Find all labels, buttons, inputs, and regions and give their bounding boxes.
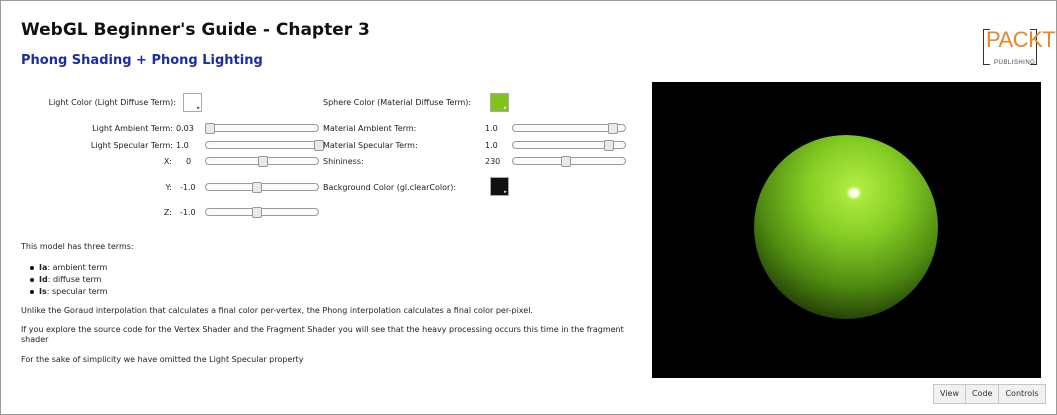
light-ambient-label: Light Ambient Term: (92, 124, 173, 133)
paragraph-phong: Unlike the Goraud interpolation that cal… (21, 306, 533, 315)
background-color-label: Background Color (gl.clearColor): (323, 183, 457, 192)
shininess-label: Shininess: (323, 157, 364, 166)
z-label: Z: (163, 208, 172, 217)
slider-thumb[interactable] (205, 123, 216, 134)
background-color-picker[interactable]: ▸ (490, 177, 509, 196)
picker-corner-icon: ▸ (504, 105, 507, 111)
slider-thumb[interactable] (604, 140, 615, 151)
list-item: Ia: ambient term (30, 263, 107, 272)
bullet-icon (30, 265, 34, 270)
webgl-canvas[interactable] (652, 82, 1041, 378)
material-specular-value: 1.0 (485, 141, 498, 150)
paragraph-specular-note: For the sake of simplicity we have omitt… (21, 355, 304, 364)
light-ambient-slider[interactable] (205, 123, 319, 134)
list-item: Is: specular term (30, 287, 108, 296)
light-specular-label: Light Specular Term: (90, 141, 173, 150)
slider-thumb[interactable] (252, 182, 263, 193)
term-key: Is (39, 287, 47, 296)
z-slider[interactable] (205, 207, 319, 218)
material-ambient-label: Material Ambient Term: (323, 124, 417, 133)
term-text: : ambient term (47, 263, 108, 272)
list-item: Id: diffuse term (30, 275, 101, 284)
bullet-icon (30, 289, 34, 294)
logo-word: PACKT (986, 27, 1056, 52)
slider-thumb[interactable] (607, 123, 618, 134)
view-button[interactable]: View (933, 384, 966, 404)
term-text: : diffuse term (47, 275, 102, 284)
material-ambient-value: 1.0 (485, 124, 498, 133)
page-subtitle: Phong Shading + Phong Lighting (21, 53, 263, 68)
shininess-value: 230 (485, 157, 501, 166)
y-label: Y: (165, 183, 172, 192)
bullet-icon (30, 277, 34, 282)
slider-thumb[interactable] (252, 207, 263, 218)
sphere-render (754, 135, 938, 319)
green-sphere (754, 135, 938, 319)
material-specular-slider[interactable] (512, 140, 626, 151)
y-slider[interactable] (205, 182, 319, 193)
material-ambient-slider[interactable] (512, 123, 626, 134)
paragraph-shaders-line2: shader (21, 335, 49, 344)
specular-highlight (845, 185, 863, 201)
slider-thumb[interactable] (258, 156, 268, 167)
term-text: : specular term (46, 287, 108, 296)
z-value: -1.0 (180, 208, 196, 217)
intro-text: This model has three terms: (21, 242, 134, 251)
sphere-color-label: Sphere Color (Material Diffuse Term): (323, 98, 472, 107)
sphere-color-picker[interactable]: ▸ (490, 93, 509, 112)
x-label: X: (163, 157, 172, 166)
code-button[interactable]: Code (964, 384, 1000, 404)
picker-corner-icon: ▸ (504, 189, 507, 195)
viewer-tabs: View Code Controls (933, 384, 1046, 404)
x-slider[interactable] (205, 156, 319, 167)
x-value: 0 (186, 157, 192, 166)
light-specular-value: 1.0 (176, 141, 189, 150)
controls-button[interactable]: Controls (998, 384, 1046, 404)
light-specular-slider[interactable] (205, 140, 324, 151)
picker-corner-icon: ▸ (197, 105, 200, 111)
material-specular-label: Material Specular Term: (323, 141, 418, 150)
packt-logo: PACKT PUBLISHING (983, 27, 1056, 71)
shininess-slider[interactable] (512, 156, 626, 167)
page-title: WebGL Beginner's Guide - Chapter 3 (21, 20, 370, 40)
term-key: Id (39, 275, 48, 284)
light-color-label: Light Color (Light Diffuse Term): (48, 98, 176, 107)
light-color-picker[interactable]: ▸ (183, 93, 202, 112)
light-ambient-value: 0.03 (176, 124, 194, 133)
logo-subtext: PUBLISHING (994, 60, 1036, 66)
paragraph-shaders-line1: If you explore the source code for the V… (21, 325, 624, 334)
y-value: -1.0 (180, 183, 196, 192)
slider-thumb[interactable] (560, 156, 571, 167)
